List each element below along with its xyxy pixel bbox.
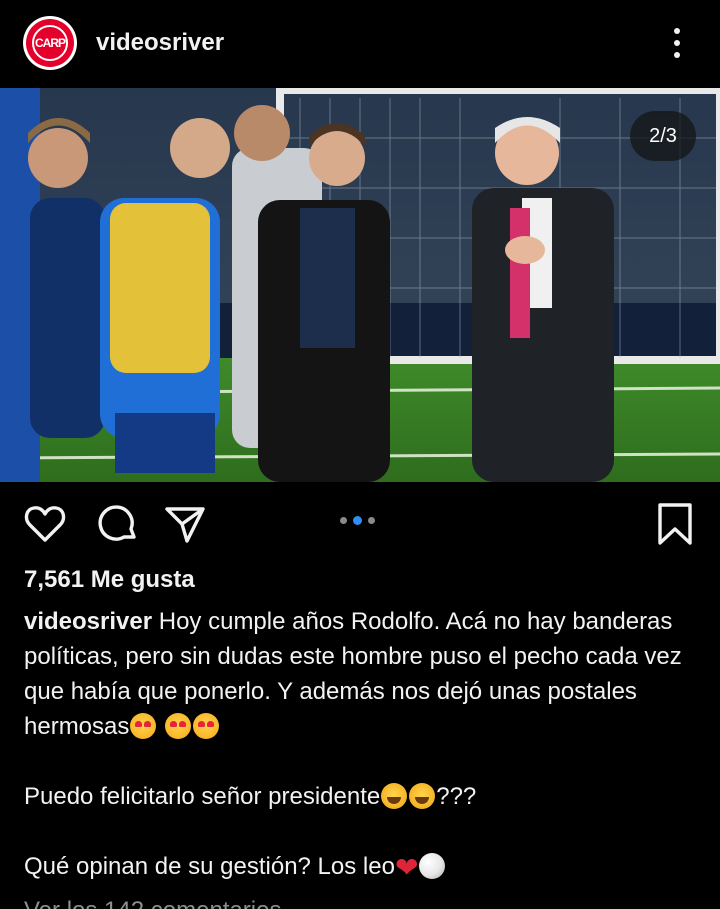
- laughing-emoji-icon: [409, 783, 436, 809]
- caption-paragraph-1: videosriver Hoy cumple años Rodolfo. Acá…: [24, 604, 704, 744]
- heart-eyes-emoji-icon: [193, 713, 220, 739]
- more-vertical-icon[interactable]: [662, 24, 692, 62]
- red-heart-emoji-icon: ❤: [394, 852, 419, 883]
- action-bar: [0, 482, 720, 562]
- white-circle-emoji-icon: [419, 853, 446, 879]
- caption-text-2a: Puedo felicitarlo señor presidente: [24, 783, 381, 810]
- username[interactable]: videosriver: [96, 29, 224, 57]
- stadium-photo: [0, 88, 720, 482]
- caption-paragraph-3: Qué opinan de su gestión? Los leo❤: [24, 849, 704, 885]
- caption-text-2b: ???: [436, 783, 477, 810]
- river-plate-crest-icon: CARP: [26, 19, 74, 67]
- post-caption: videosriver Hoy cumple años Rodolfo. Acá…: [24, 604, 704, 885]
- post-header: CARP videosriver: [0, 0, 720, 88]
- heart-outline-icon[interactable]: [23, 502, 67, 546]
- carousel-dot: [340, 517, 347, 524]
- like-count[interactable]: 7,561 Me gusta: [24, 566, 195, 594]
- avatar[interactable]: CARP: [23, 16, 77, 70]
- heart-eyes-emoji-icon: [130, 713, 157, 739]
- comment-bubble-icon[interactable]: [95, 502, 139, 546]
- carousel-dots: [340, 516, 375, 525]
- post-photo[interactable]: 2/3: [0, 88, 720, 482]
- avatar-text: CARP: [32, 25, 68, 61]
- bookmark-icon[interactable]: [653, 502, 697, 546]
- carousel-dot-active: [353, 516, 362, 525]
- laughing-emoji-icon: [381, 783, 408, 809]
- caption-spacer: [24, 744, 704, 779]
- caption-username[interactable]: videosriver: [24, 608, 152, 635]
- caption-paragraph-2: Puedo felicitarlo señor presidente???: [24, 779, 704, 814]
- caption-spacer: [24, 814, 704, 849]
- carousel-counter: 2/3: [630, 111, 696, 161]
- paper-plane-icon[interactable]: [163, 502, 207, 546]
- carousel-dot: [368, 517, 375, 524]
- view-comments-link[interactable]: Ver los 142 comentarios: [24, 897, 281, 909]
- caption-text-3: Qué opinan de su gestión? Los leo: [24, 853, 395, 880]
- heart-eyes-emoji-icon: [165, 713, 192, 739]
